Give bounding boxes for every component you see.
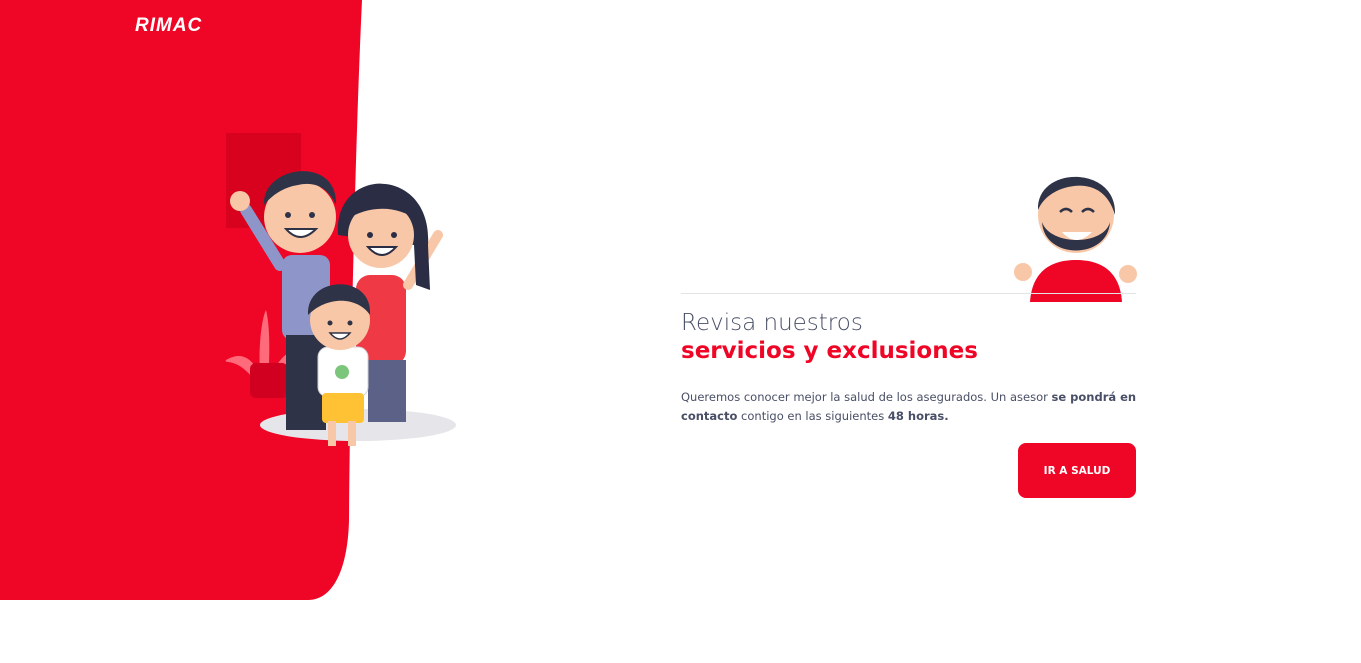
description-bold-2: 48 horas. [887,409,949,423]
description-text-1: Queremos conocer mejor la salud de los a… [681,390,1052,404]
title-line-1: Revisa nuestros [681,310,863,336]
advisor-illustration [1010,160,1142,302]
ir-a-salud-button[interactable]: IR A SALUD [1018,443,1136,498]
family-illustration [218,125,463,470]
description-text-2: contigo en las siguientes [737,409,888,423]
description: Queremos conocer mejor la salud de los a… [681,388,1141,426]
rimac-logo[interactable]: RIMAC [135,15,202,37]
title-line-2: servicios y exclusiones [681,338,978,364]
divider [681,293,1136,294]
